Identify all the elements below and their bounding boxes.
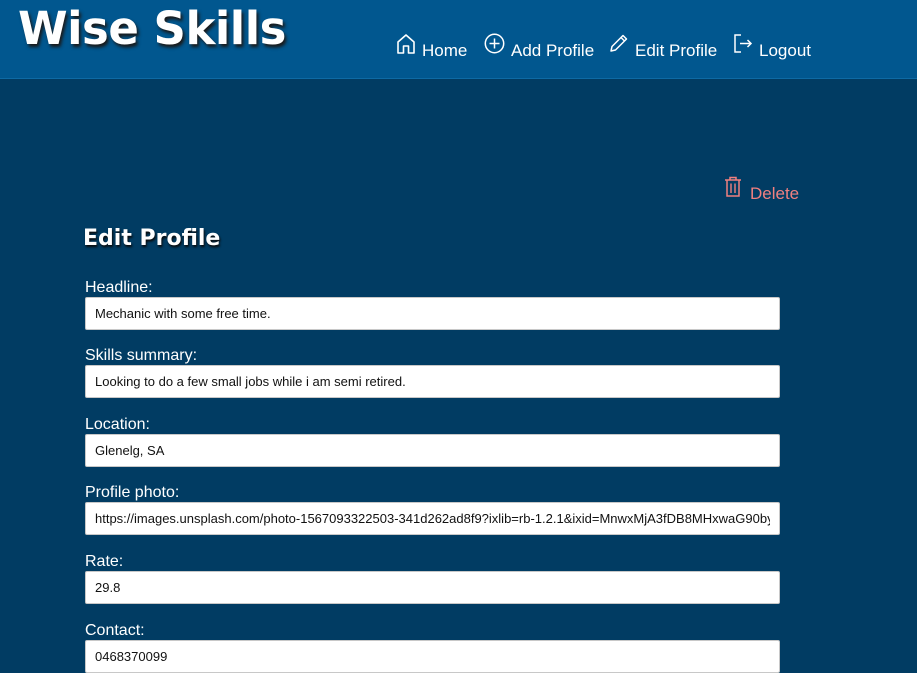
- delete-button[interactable]: Delete: [724, 176, 799, 204]
- plus-circle-icon: [484, 33, 505, 59]
- nav-logout-label: Logout: [759, 41, 811, 60]
- location-input[interactable]: [85, 434, 780, 467]
- delete-label: Delete: [750, 184, 800, 203]
- page-title: Edit Profile: [83, 226, 221, 251]
- nav-home[interactable]: Home: [396, 33, 467, 63]
- logout-icon: [733, 33, 753, 59]
- pencil-icon: [608, 33, 629, 59]
- contact-label: Contact:: [85, 622, 145, 639]
- rate-input[interactable]: [85, 571, 780, 604]
- skills-summary-input[interactable]: [85, 365, 780, 398]
- nav-home-label: Home: [422, 41, 468, 60]
- headline-label: Headline:: [85, 279, 153, 296]
- brand-logo[interactable]: Wise Skills: [18, 2, 286, 55]
- home-icon: [396, 33, 416, 60]
- rate-label: Rate:: [85, 553, 124, 570]
- nav-logout[interactable]: Logout: [733, 33, 811, 63]
- nav-edit-profile-label: Edit Profile: [635, 41, 718, 60]
- trash-icon: [724, 176, 742, 203]
- headline-input[interactable]: [85, 297, 780, 330]
- profile-photo-label: Profile photo:: [85, 484, 180, 501]
- nav-edit-profile[interactable]: Edit Profile: [608, 33, 717, 63]
- location-label: Location:: [85, 416, 150, 433]
- top-navbar: Wise Skills Home Add Profile Edit Profil…: [0, 0, 917, 79]
- skills-summary-label: Skills summary:: [85, 347, 198, 364]
- contact-input[interactable]: [85, 640, 780, 673]
- nav-add-profile-label: Add Profile: [511, 41, 595, 60]
- profile-photo-input[interactable]: [85, 502, 780, 535]
- nav-add-profile[interactable]: Add Profile: [484, 33, 594, 63]
